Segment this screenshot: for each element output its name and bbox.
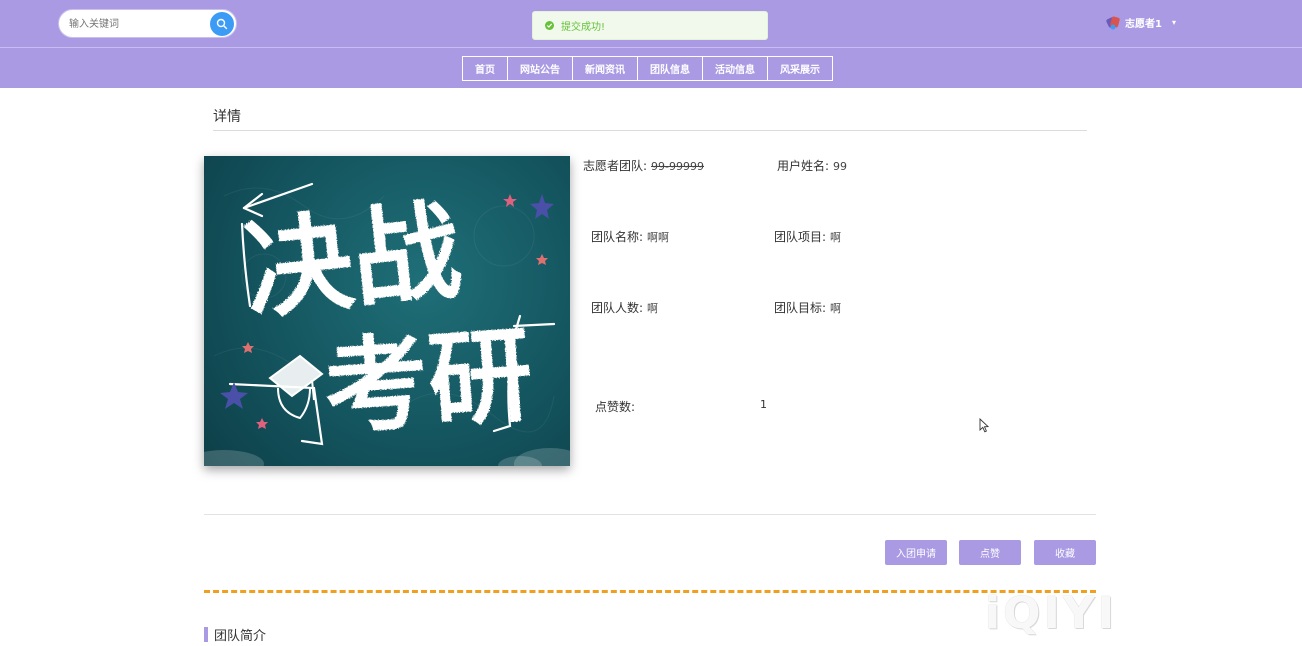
success-check-icon [545, 21, 554, 30]
nav-item-home[interactable]: 首页 [462, 56, 508, 81]
detail-title: 详情 [213, 109, 241, 125]
team-project-row: 团队项目: 啊 [774, 228, 841, 245]
nav-item-announcements[interactable]: 网站公告 [507, 56, 573, 81]
poster-line-1: 决战 [239, 187, 467, 335]
poster-artwork: 决战 考研 [204, 182, 570, 466]
volunteer-team-label: 志愿者团队: [583, 159, 648, 173]
search-button[interactable] [210, 12, 234, 36]
user-name-row: 用户姓名: 99 [777, 157, 847, 174]
join-team-button[interactable]: 入团申请 [885, 540, 947, 565]
toast-message: 提交成功! [561, 22, 606, 33]
like-button[interactable]: 点赞 [959, 540, 1021, 565]
search-icon [216, 18, 228, 30]
nav-item-showcase[interactable]: 风采展示 [767, 56, 833, 81]
user-name-label: 用户姓名: [777, 159, 830, 173]
poster-line-2: 考研 [320, 313, 536, 450]
chevron-down-icon: ▾ [1171, 18, 1176, 27]
team-name-value: 啊啊 [647, 231, 670, 244]
search-input[interactable] [69, 16, 209, 32]
iqiyi-watermark-logo: iQIYI [985, 588, 1118, 639]
team-project-value: 啊 [830, 231, 842, 244]
volunteer-team-row: 志愿者团队: 99-99999 [583, 157, 704, 174]
likes-value: 1 [760, 398, 767, 411]
team-size-label: 团队人数: [591, 301, 644, 315]
team-name-label: 团队名称: [591, 230, 644, 244]
search-box [58, 9, 237, 38]
user-avatar-icon [1106, 16, 1120, 30]
user-menu[interactable]: 志愿者1 ▾ [1106, 15, 1176, 30]
team-project-label: 团队项目: [774, 230, 827, 244]
team-goal-row: 团队目标: 啊 [774, 299, 841, 316]
title-divider [213, 130, 1087, 131]
team-intro-title: 团队简介 [214, 629, 267, 644]
user-name: 志愿者1 [1125, 19, 1162, 30]
success-toast: 提交成功! [532, 11, 768, 40]
likes-label: 点赞数: [595, 400, 636, 414]
mouse-cursor-icon [979, 418, 989, 433]
team-size-row: 团队人数: 啊 [591, 299, 658, 316]
dashed-divider [204, 590, 1096, 593]
content-divider [204, 514, 1096, 515]
team-size-value: 啊 [647, 302, 659, 315]
team-poster-image: 决战 考研 [204, 156, 570, 466]
main-nav: 首页 网站公告 新闻资讯 团队信息 活动信息 风采展示 [462, 56, 833, 81]
nav-bar: 首页 网站公告 新闻资讯 团队信息 活动信息 风采展示 [0, 47, 1302, 88]
volunteer-team-value: 99-99999 [651, 160, 705, 173]
nav-item-news[interactable]: 新闻资讯 [572, 56, 638, 81]
intro-accent-bar [204, 627, 208, 642]
nav-item-team-info[interactable]: 团队信息 [637, 56, 703, 81]
nav-item-activities[interactable]: 活动信息 [702, 56, 768, 81]
team-goal-value: 啊 [830, 302, 842, 315]
user-name-value: 99 [833, 160, 848, 173]
favorite-button[interactable]: 收藏 [1034, 540, 1096, 565]
top-bar: 提交成功! 志愿者1 ▾ [0, 0, 1302, 47]
team-name-row: 团队名称: 啊啊 [591, 228, 669, 245]
team-goal-label: 团队目标: [774, 301, 827, 315]
